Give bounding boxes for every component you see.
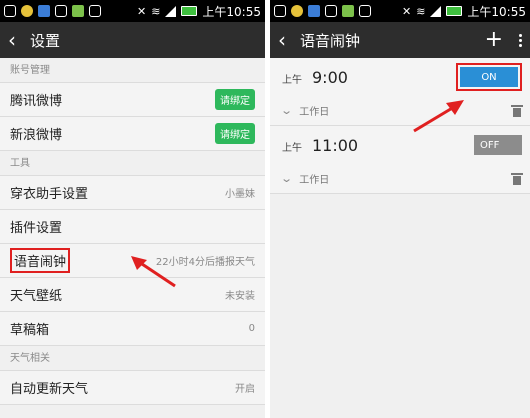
status-time: 上午10:55 — [202, 4, 261, 19]
bind-button[interactable]: 请绑定 — [215, 89, 255, 110]
notification-icon — [4, 5, 16, 17]
mute-icon: ✕ — [401, 4, 412, 18]
settings-row-weather-wallpaper[interactable]: 天气壁纸 未安装 — [0, 278, 265, 312]
trash-icon[interactable] — [511, 172, 523, 185]
notification-icon — [274, 5, 286, 17]
row-label: 新浪微博 — [10, 128, 63, 143]
section-weather: 天气相关 自动更新天气 开启 — [0, 346, 265, 405]
app-notification-icon — [72, 5, 84, 17]
status-bar: ✕ ≋ 上午10:55 — [0, 0, 265, 22]
app-bar: ‹ 语音闹钟 + — [270, 22, 530, 58]
row-label: 穿衣助手设置 — [10, 187, 89, 202]
page-title: 设置 — [30, 31, 61, 50]
settings-row-plugins[interactable]: 插件设置 — [0, 210, 265, 244]
toggle-highlight: ON — [456, 63, 522, 91]
app-notification-icon — [38, 5, 50, 17]
row-value: 未安装 — [225, 291, 255, 302]
settings-screen: ✕ ≋ 上午10:55 ‹ 设置 账号管理 腾讯微博 请绑定 新浪微博 请绑定 … — [0, 0, 265, 418]
bind-button[interactable]: 请绑定 — [215, 123, 255, 144]
wifi-icon: ≋ — [416, 4, 426, 18]
message-icon — [55, 5, 67, 17]
alarm-toggle[interactable]: OFF — [474, 135, 522, 155]
cat-app-icon — [21, 5, 33, 17]
settings-row-voice-alarm[interactable]: 语音闹钟 22小时4分后播报天气 — [0, 244, 265, 278]
row-value: 22小时4分后播报天气 — [155, 257, 255, 268]
cat-app-icon — [291, 5, 303, 17]
mute-icon: ✕ — [136, 4, 147, 18]
back-icon[interactable]: ‹ — [8, 30, 16, 50]
row-label: 插件设置 — [10, 221, 63, 236]
section-account: 账号管理 腾讯微博 请绑定 新浪微博 请绑定 — [0, 58, 265, 151]
row-label: 语音闹钟 — [10, 248, 71, 273]
app-bar: ‹ 设置 — [0, 22, 265, 58]
battery-icon — [446, 6, 463, 16]
settings-notification-icon — [359, 5, 371, 17]
settings-row-outfit-assistant[interactable]: 穿衣助手设置 小墨妹 — [0, 176, 265, 210]
row-label: 自动更新天气 — [10, 382, 89, 397]
plus-icon[interactable]: + — [485, 29, 503, 51]
message-icon — [325, 5, 337, 17]
row-value: 0 — [248, 323, 255, 334]
settings-row-sina-weibo[interactable]: 新浪微博 请绑定 — [0, 117, 265, 151]
alarm-ampm: 上午 — [282, 143, 302, 154]
row-label: 天气壁纸 — [10, 289, 63, 304]
row-label: 草稿箱 — [10, 323, 50, 338]
more-vertical-icon[interactable] — [519, 33, 522, 47]
row-label: 腾讯微博 — [10, 94, 63, 109]
alarm-repeat: 工作日 — [299, 175, 330, 186]
signal-icon — [165, 5, 177, 17]
app-notification-icon — [308, 5, 320, 17]
back-icon[interactable]: ‹ — [278, 30, 286, 50]
section-header: 天气相关 — [0, 346, 265, 371]
battery-icon — [181, 6, 198, 16]
app-notification-icon — [342, 5, 354, 17]
settings-row-auto-update[interactable]: 自动更新天气 开启 — [0, 371, 265, 405]
alarm-toggle[interactable]: ON — [460, 67, 518, 87]
settings-row-tencent-weibo[interactable]: 腾讯微博 请绑定 — [0, 83, 265, 117]
row-value: 开启 — [235, 384, 255, 395]
section-tools: 工具 穿衣助手设置 小墨妹 插件设置 语音闹钟 22小时4分后播报天气 天气壁纸… — [0, 151, 265, 346]
status-bar: ✕ ≋ 上午10:55 — [270, 0, 530, 22]
alarm-ampm: 上午 — [282, 75, 302, 86]
row-value: 小墨妹 — [225, 189, 255, 200]
settings-notification-icon — [89, 5, 101, 17]
alarm-repeat: 工作日 — [299, 107, 330, 118]
signal-icon — [430, 5, 442, 17]
chevron-down-icon[interactable]: ⌄ — [280, 104, 293, 117]
settings-row-drafts[interactable]: 草稿箱 0 — [0, 312, 265, 346]
section-header: 账号管理 — [0, 58, 265, 83]
alarm-time: 11:00 — [312, 135, 359, 155]
trash-icon[interactable] — [511, 104, 523, 117]
wifi-icon: ≋ — [151, 4, 161, 18]
page-title: 语音闹钟 — [300, 31, 361, 50]
chevron-down-icon[interactable]: ⌄ — [280, 172, 293, 185]
status-time: 上午10:55 — [467, 4, 526, 19]
alarm-item[interactable]: 上午 9:00 ON ⌄ 工作日 — [270, 58, 530, 126]
alarm-time: 9:00 — [312, 67, 348, 87]
section-header: 工具 — [0, 151, 265, 176]
voice-alarm-screen: ✕ ≋ 上午10:55 ‹ 语音闹钟 + 上午 9:00 ON ⌄ 工作日 上午… — [270, 0, 530, 418]
alarm-item[interactable]: 上午 11:00 OFF ⌄ 工作日 — [270, 126, 530, 194]
